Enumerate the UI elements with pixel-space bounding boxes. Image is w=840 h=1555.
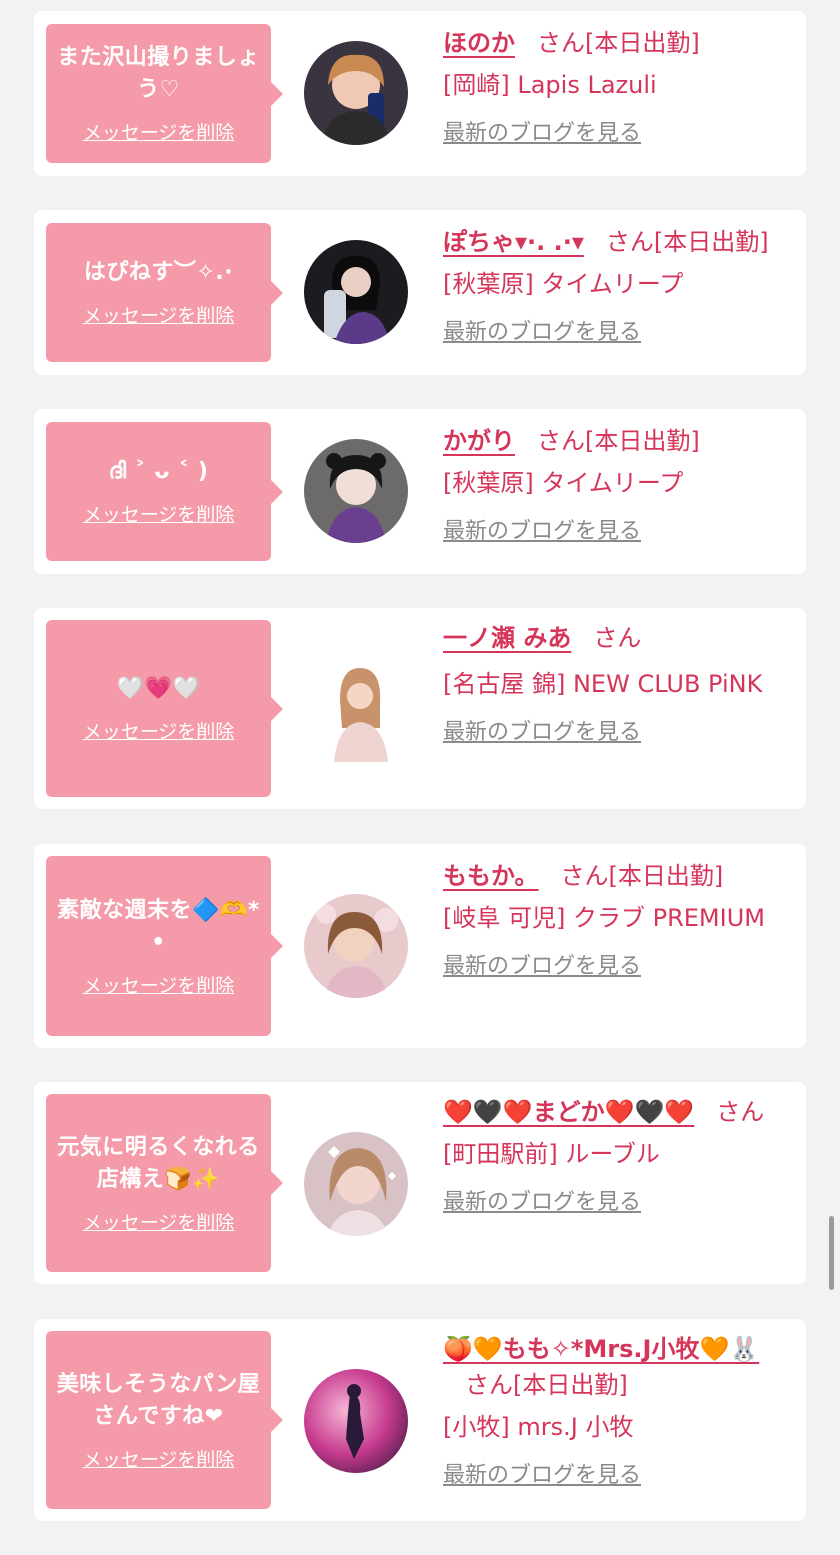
avatar-photo-icon	[304, 1132, 408, 1236]
avatar[interactable]	[304, 658, 408, 762]
avatar[interactable]	[304, 439, 408, 543]
message-text: 🤍💗🤍	[116, 676, 201, 701]
avatar-photo-icon	[304, 1369, 408, 1473]
avatar[interactable]	[304, 240, 408, 344]
avatar[interactable]	[304, 1369, 408, 1473]
san-suffix: さん	[560, 862, 609, 890]
shop-label: [小牧] mrs.J 小牧	[443, 1413, 634, 1441]
avatar-photo-icon	[304, 240, 408, 344]
today-badge: [本日出勤]	[585, 427, 700, 455]
cast-name-link[interactable]: ぽちゃ▾·. .·▾	[443, 228, 584, 256]
card-info: ❤️🖤❤️まどか❤️🖤❤️ さん [町田駅前] ルーブル 最新のブログを見る	[443, 1094, 798, 1216]
message-text: 元気に明るくなれる店構え🍞✨	[57, 1134, 260, 1192]
cast-name-link[interactable]: ほのか	[443, 29, 515, 57]
message-bubble: 🤍💗🤍 メッセージを削除	[46, 620, 283, 797]
delete-message-link[interactable]: メッセージを削除	[83, 301, 235, 328]
latest-blog-link[interactable]: 最新のブログを見る	[443, 948, 641, 980]
latest-blog-link[interactable]: 最新のブログを見る	[443, 1457, 641, 1489]
message-text: ദി ˃ ᴗ ˂ )	[108, 459, 209, 484]
delete-message-link[interactable]: メッセージを削除	[83, 971, 235, 998]
avatar[interactable]	[304, 41, 408, 145]
message-bubble: はぴねす︶✧.· メッセージを削除	[46, 223, 283, 362]
message-text: はぴねす︶✧.·	[83, 260, 234, 285]
message-bubble: 美味しそうなパン屋さんですね❤ メッセージを削除	[46, 1331, 283, 1509]
scrollbar[interactable]	[829, 1216, 834, 1290]
latest-blog-link[interactable]: 最新のブログを見る	[443, 115, 641, 147]
delete-message-link[interactable]: メッセージを削除	[83, 118, 235, 145]
shop-label: [名古屋 錦] NEW CLUB PiNK	[443, 670, 763, 698]
cast-name-link[interactable]: ももか。	[443, 862, 539, 890]
message-card: また沢山撮りましょう♡ メッセージを削除 ほのか さん[本日出勤] [岡崎] La…	[34, 11, 806, 176]
avatar[interactable]	[304, 1132, 408, 1236]
avatar-photo-icon	[304, 894, 408, 998]
card-info: ぽちゃ▾·. .·▾ さん[本日出勤] [秋葉原] タイムリープ 最新のブログを見…	[443, 224, 798, 346]
delete-message-link[interactable]: メッセージを削除	[83, 500, 235, 527]
message-card: 元気に明るくなれる店構え🍞✨ メッセージを削除 ❤️🖤❤️まどか❤️🖤❤️ さん …	[34, 1082, 806, 1284]
message-bubble: ദി ˃ ᴗ ˂ ) メッセージを削除	[46, 422, 283, 561]
today-badge: [本日出勤]	[585, 29, 700, 57]
delete-message-link[interactable]: メッセージを削除	[83, 1208, 235, 1235]
san-suffix: さん	[593, 624, 642, 652]
card-info: かがり さん[本日出勤] [秋葉原] タイムリープ 最新のブログを見る	[443, 423, 798, 545]
message-bubble: 元気に明るくなれる店構え🍞✨ メッセージを削除	[46, 1094, 283, 1272]
latest-blog-link[interactable]: 最新のブログを見る	[443, 714, 641, 746]
avatar[interactable]	[304, 894, 408, 998]
delete-message-link[interactable]: メッセージを削除	[83, 1445, 235, 1472]
shop-label: [秋葉原] タイムリープ	[443, 469, 684, 497]
message-text: 美味しそうなパン屋さんですね❤	[56, 1371, 261, 1429]
avatar-photo-icon	[304, 41, 408, 145]
latest-blog-link[interactable]: 最新のブログを見る	[443, 513, 641, 545]
san-suffix: さん	[716, 1098, 765, 1126]
today-badge: [本日出勤]	[608, 862, 724, 890]
today-badge: [本日出勤]	[653, 228, 769, 256]
latest-blog-link[interactable]: 最新のブログを見る	[443, 314, 641, 346]
cast-name-link[interactable]: かがり	[443, 427, 515, 455]
message-card: ദി ˃ ᴗ ˂ ) メッセージを削除 かがり さん[本日出勤] [秋葉原] タイ…	[34, 409, 806, 574]
san-suffix: さん	[605, 228, 654, 256]
shop-label: [岐阜 可児] クラブ PREMIUM	[443, 904, 765, 932]
message-card: 🤍💗🤍 メッセージを削除 一ノ瀬 みあ さん [名古屋 錦] NEW CLUB P…	[34, 608, 806, 809]
card-info: ほのか さん[本日出勤] [岡崎] Lapis Lazuli 最新のブログを見る	[443, 25, 798, 147]
message-text: 素敵な週末を🔷🫶*•	[57, 897, 260, 955]
cast-name-link[interactable]: 一ノ瀬 みあ	[443, 624, 571, 652]
cast-name-link[interactable]: ❤️🖤❤️まどか❤️🖤❤️	[443, 1098, 694, 1126]
cast-name-link[interactable]: 🍑🧡もも✧*Mrs.J小牧🧡🐰	[443, 1335, 759, 1363]
message-text: また沢山撮りましょう♡	[57, 45, 260, 102]
message-card: 美味しそうなパン屋さんですね❤ メッセージを削除 🍑🧡もも✧*Mrs.J小牧🧡🐰…	[34, 1319, 806, 1521]
card-info: 🍑🧡もも✧*Mrs.J小牧🧡🐰 さん[本日出勤] [小牧] mrs.J 小牧 最新…	[443, 1331, 798, 1489]
card-info: 一ノ瀬 みあ さん [名古屋 錦] NEW CLUB PiNK 最新のブログを見る	[443, 620, 798, 746]
message-bubble: 素敵な週末を🔷🫶*• メッセージを削除	[46, 856, 283, 1036]
san-suffix: さん	[465, 1371, 513, 1399]
san-suffix: さん	[537, 29, 585, 57]
avatar-photo-icon	[304, 439, 408, 543]
shop-label: [岡崎] Lapis Lazuli	[443, 71, 657, 99]
today-badge: [本日出勤]	[513, 1371, 628, 1399]
message-card: はぴねす︶✧.· メッセージを削除 ぽちゃ▾·. .·▾ さん[本日出勤] [秋葉…	[34, 210, 806, 375]
latest-blog-link[interactable]: 最新のブログを見る	[443, 1184, 641, 1216]
message-bubble: また沢山撮りましょう♡ メッセージを削除	[46, 24, 283, 163]
delete-message-link[interactable]: メッセージを削除	[83, 717, 235, 744]
card-info: ももか。 さん[本日出勤] [岐阜 可児] クラブ PREMIUM 最新のブログを…	[443, 858, 798, 980]
message-card: 素敵な週末を🔷🫶*• メッセージを削除 ももか。 さん[本日出勤] [岐阜 可児]…	[34, 844, 806, 1048]
shop-label: [町田駅前] ルーブル	[443, 1140, 660, 1168]
san-suffix: さん	[537, 427, 585, 455]
shop-label: [秋葉原] タイムリープ	[443, 270, 684, 298]
avatar-photo-icon	[304, 658, 408, 762]
